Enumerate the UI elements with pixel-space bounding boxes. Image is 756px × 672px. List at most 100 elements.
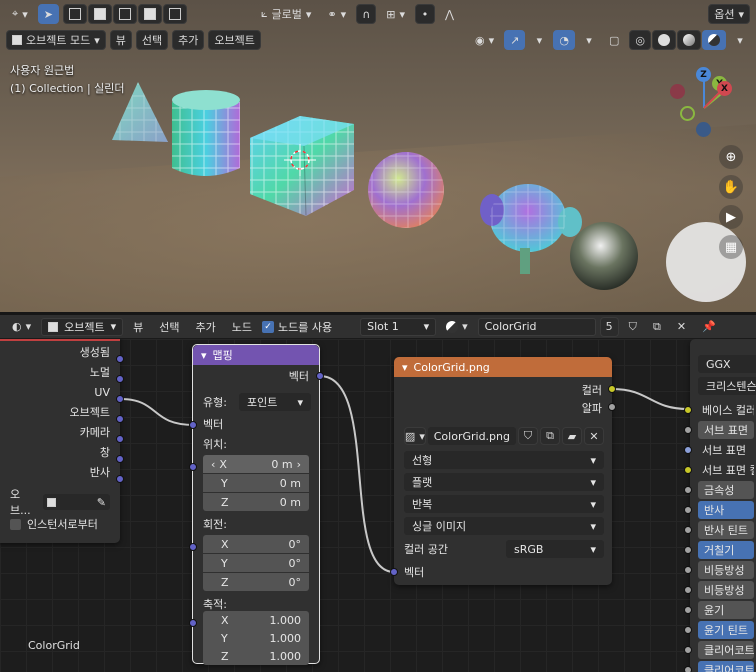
snap-toggle[interactable]: ∩ xyxy=(356,4,377,24)
bsdf-input-13[interactable]: 클리어코트 xyxy=(698,661,754,672)
duplicate-material-button[interactable]: ⧉ xyxy=(647,317,667,337)
socket-uv[interactable] xyxy=(116,395,124,403)
socket-image-color[interactable] xyxy=(608,385,616,393)
texture-coordinate-node[interactable]: 생성됨 노멀 UV 오브젝트 카메라 창 반사 오브... ✎ 인스턴서로부터 xyxy=(0,339,120,543)
scale-y-field[interactable]: Y 1.000 xyxy=(203,629,309,647)
select-menu[interactable]: 선택 xyxy=(135,30,169,50)
socket-location-in[interactable] xyxy=(189,463,197,471)
bsdf-input-socket[interactable] xyxy=(684,646,692,654)
image-browse-button[interactable]: ▨ ▾ xyxy=(404,427,426,445)
bsdf-input-9[interactable]: 비등방성 xyxy=(698,581,754,599)
bsdf-input-6[interactable]: 반사 틴트 xyxy=(698,521,754,539)
bsdf-input-8[interactable]: 비등방성 xyxy=(698,561,754,579)
gizmo-neg-x[interactable] xyxy=(670,84,685,99)
scale-z-field[interactable]: Z 1.000 xyxy=(203,647,309,665)
proportional-edit-toggle[interactable]: • xyxy=(415,4,436,24)
socket-mapping-vector-in[interactable] xyxy=(189,421,197,429)
socket-scale-in[interactable] xyxy=(189,619,197,627)
image-node-header[interactable]: ▾ ColorGrid.png xyxy=(394,357,612,377)
socket-window[interactable] xyxy=(116,455,124,463)
material-name-field[interactable]: ColorGrid xyxy=(477,317,596,336)
wireframe-shading-button[interactable]: ◎ xyxy=(629,30,651,50)
socket-generated[interactable] xyxy=(116,355,124,363)
visibility-dropdown[interactable]: ◉ ▾ xyxy=(469,30,500,50)
object-picker-field[interactable]: ✎ xyxy=(42,494,110,510)
socket-image-vector-in[interactable] xyxy=(390,568,398,576)
gizmo-z-axis[interactable]: Z xyxy=(696,67,711,82)
bsdf-input-12[interactable]: 클리어코트 xyxy=(698,641,754,659)
bsdf-input-socket[interactable] xyxy=(684,666,692,672)
bsdf-input-1[interactable]: 서브 표면 xyxy=(698,421,754,439)
location-z-field[interactable]: Z 0 m xyxy=(203,493,309,511)
subsurface-method-dropdown[interactable]: 크리스텐슨 xyxy=(698,377,756,395)
material-shading-button[interactable] xyxy=(677,30,701,50)
ne-view-menu[interactable]: 뷰 xyxy=(127,319,149,335)
select-subtract-button[interactable] xyxy=(112,4,137,24)
bsdf-input-3[interactable]: 서브 표면 컬 xyxy=(698,461,754,479)
ne-node-menu[interactable]: 노드 xyxy=(226,319,258,335)
image-open-button[interactable]: ▰ xyxy=(562,427,582,445)
select-new-button[interactable] xyxy=(62,4,87,24)
image-texture-node[interactable]: ▾ ColorGrid.png 컬러 알파 ▨ ▾ ColorGrid.png ⛉… xyxy=(394,357,612,585)
gizmo-x-axis[interactable]: X xyxy=(717,81,732,96)
socket-reflection[interactable] xyxy=(116,475,124,483)
image-unlink-button[interactable]: ✕ xyxy=(584,427,604,445)
falloff-dropdown[interactable]: ⋀ xyxy=(439,4,460,24)
bsdf-input-4[interactable]: 금속성 xyxy=(698,481,754,499)
snap-target-dropdown[interactable]: ⊞ ▾ xyxy=(380,4,411,24)
bsdf-input-socket[interactable] xyxy=(684,546,692,554)
overlay-toggle[interactable]: ◔ xyxy=(553,30,575,50)
shader-type-dropdown[interactable]: 오브젝트 ▾ xyxy=(41,317,124,336)
gizmo-toggle[interactable]: ↗ xyxy=(504,30,526,50)
bsdf-input-7[interactable]: 거칠기 xyxy=(698,541,754,559)
from-instancer-checkbox[interactable] xyxy=(10,518,21,530)
pin-button[interactable]: 📌 xyxy=(696,317,722,337)
ne-select-menu[interactable]: 선택 xyxy=(153,319,185,335)
rendered-shading-button[interactable] xyxy=(702,30,726,50)
bsdf-input-socket[interactable] xyxy=(684,626,692,634)
mapping-node[interactable]: ▾ 맵핑 벡터 유형: 포인트 ▾ 벡터 위치: ‹ X 0 m › Y 0 m … xyxy=(192,344,320,665)
image-fake-user-button[interactable]: ⛉ xyxy=(518,427,538,445)
distribution-dropdown[interactable]: GGX xyxy=(698,355,756,373)
view-menu[interactable]: 뷰 xyxy=(109,30,132,50)
bsdf-input-socket[interactable] xyxy=(684,486,692,494)
object-menu[interactable]: 오브젝트 xyxy=(208,30,261,50)
bsdf-input-socket[interactable] xyxy=(684,526,692,534)
select-tool-button[interactable]: ➤ xyxy=(37,4,59,24)
gizmo-dropdown[interactable]: ▾ xyxy=(529,30,549,50)
transform-orientation-dropdown[interactable]: ⟀ 글로벌 ▾ xyxy=(255,4,318,24)
bsdf-input-socket[interactable] xyxy=(684,466,692,474)
solid-shading-button[interactable] xyxy=(652,30,676,50)
select-invert-button[interactable] xyxy=(137,4,162,24)
interpolation-dropdown[interactable]: 선형 ▾ xyxy=(404,451,604,469)
bsdf-input-2[interactable]: 서브 표면 xyxy=(698,441,754,459)
socket-camera[interactable] xyxy=(116,435,124,443)
gizmo-neg-y[interactable] xyxy=(680,106,695,121)
scale-x-field[interactable]: X 1.000 xyxy=(203,611,309,629)
user-count-badge[interactable]: 5 xyxy=(599,316,619,337)
source-dropdown[interactable]: 싱글 이미지 ▾ xyxy=(404,517,604,535)
socket-image-alpha[interactable] xyxy=(608,403,616,411)
colorspace-dropdown[interactable]: sRGB ▾ xyxy=(506,540,604,558)
rotation-x-field[interactable]: X 0° xyxy=(203,535,309,553)
socket-object[interactable] xyxy=(116,415,124,423)
rotation-z-field[interactable]: Z 0° xyxy=(203,573,309,591)
mapping-header[interactable]: ▾ 맵핑 xyxy=(193,345,319,365)
camera-view-button[interactable]: ▶ xyxy=(719,205,743,229)
bsdf-input-socket[interactable] xyxy=(684,606,692,614)
bsdf-input-socket[interactable] xyxy=(684,566,692,574)
socket-rotation-in[interactable] xyxy=(189,543,197,551)
editor-type-dropdown[interactable]: ◐ ▾ xyxy=(6,317,37,337)
bsdf-input-0[interactable]: 베이스 컬러 xyxy=(698,401,754,419)
rotation-y-field[interactable]: Y 0° xyxy=(203,554,309,572)
bsdf-input-11[interactable]: 윤기 틴트 xyxy=(698,621,754,639)
pan-button[interactable]: ✋ xyxy=(719,175,743,199)
location-y-field[interactable]: Y 0 m xyxy=(203,474,309,492)
zoom-button[interactable]: ⊕ xyxy=(719,145,743,169)
gizmo-neg-z[interactable] xyxy=(696,122,711,137)
bsdf-input-10[interactable]: 윤기 xyxy=(698,601,754,619)
bsdf-input-socket[interactable] xyxy=(684,586,692,594)
material-browse-button[interactable]: ▾ xyxy=(440,317,474,337)
mapping-type-dropdown[interactable]: 포인트 ▾ xyxy=(239,393,311,411)
transform-pivot-button[interactable]: ⌖ ▾ xyxy=(6,4,34,24)
